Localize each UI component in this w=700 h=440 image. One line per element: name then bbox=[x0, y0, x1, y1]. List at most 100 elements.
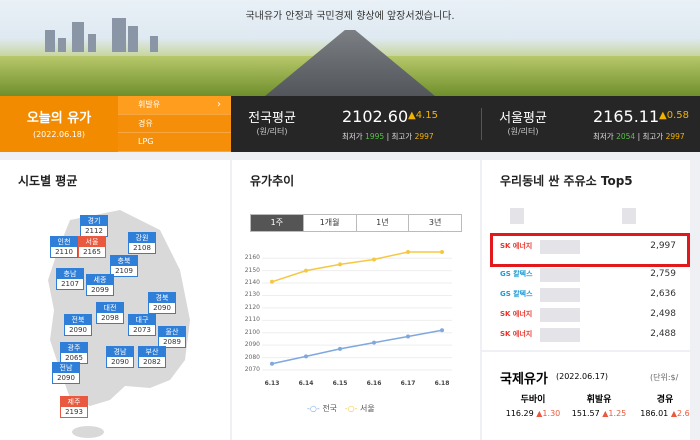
fuel-diesel[interactable]: 경유 bbox=[118, 115, 231, 134]
intl-unit: (단위:$/ bbox=[650, 373, 679, 382]
region-value: 2112 bbox=[85, 227, 103, 235]
intl-title: 국제유가 bbox=[500, 372, 548, 387]
data-point[interactable] bbox=[304, 354, 308, 359]
seoul-average[interactable]: 서울평균 (원/리터) 2165.11 ▲0.58 최저가 2054 | 최고가… bbox=[483, 96, 700, 152]
avg-unit: (원/리터) bbox=[507, 127, 539, 136]
region-name: 강원 bbox=[129, 233, 155, 243]
intl-item: 경유 186.01 ▲2.6 bbox=[632, 392, 698, 418]
intl-change: ▲1.25 bbox=[602, 409, 627, 418]
region-name: 충남 bbox=[57, 269, 83, 279]
data-point[interactable] bbox=[372, 257, 376, 262]
top5-title: 우리동네 싼 주유소 Top5 bbox=[500, 174, 633, 188]
data-point[interactable] bbox=[338, 346, 342, 351]
avg-change: ▲4.15 bbox=[408, 110, 438, 121]
legend-seoul: 서울 bbox=[360, 404, 375, 413]
intl-change: ▲1.30 bbox=[536, 409, 561, 418]
intl-item: 휘발유 151.57 ▲1.25 bbox=[566, 392, 632, 418]
station-price: 2,498 bbox=[650, 309, 676, 319]
region-name: 서울 bbox=[79, 237, 105, 247]
building bbox=[58, 38, 66, 52]
x-tick: 6.15 bbox=[332, 380, 348, 387]
region-10[interactable]: 대구 2073 bbox=[128, 314, 156, 336]
fuel-lpg[interactable]: LPG bbox=[118, 133, 231, 152]
region-name: 제주 bbox=[61, 397, 87, 407]
intl-date: (2022.06.17) bbox=[556, 372, 609, 381]
building bbox=[150, 36, 158, 52]
station-row[interactable]: SK 에너지 2,488 bbox=[500, 326, 680, 346]
region-value: 2107 bbox=[61, 280, 79, 288]
korea-map: 경기 2112 인천 2110 서울 2165 강원 2108 충북 2109 충남 2107 세종 20… bbox=[30, 210, 210, 440]
region-2[interactable]: 서울 2165 bbox=[78, 236, 106, 258]
data-point[interactable] bbox=[440, 328, 444, 333]
intl-name: 휘발유 bbox=[586, 395, 612, 405]
max-label: 최고가 bbox=[642, 132, 664, 141]
region-5[interactable]: 충남 2107 bbox=[56, 268, 84, 290]
station-row[interactable]: GS 칼텍스 2,636 bbox=[500, 286, 680, 306]
hero-banner: 국내유가 안정과 국민경제 향상에 앞장서겠습니다. bbox=[0, 0, 700, 96]
region-4[interactable]: 충북 2109 bbox=[110, 255, 138, 277]
data-point[interactable] bbox=[270, 361, 274, 366]
region-value: 2090 bbox=[57, 374, 75, 382]
building bbox=[128, 26, 138, 52]
brand-logo: GS 칼텍스 bbox=[500, 270, 533, 278]
x-tick: 6.13 bbox=[264, 380, 280, 387]
intl-value-line: 116.29 ▲1.30 bbox=[500, 409, 566, 418]
region-0[interactable]: 경기 2112 bbox=[80, 215, 108, 237]
intl-value-line: 151.57 ▲1.25 bbox=[566, 409, 632, 418]
brand-logo: SK 에너지 bbox=[500, 330, 533, 338]
regional-title: 시도별 평균 bbox=[18, 174, 78, 188]
price-trend-chart bbox=[262, 250, 452, 371]
region-name: 전북 bbox=[65, 315, 91, 325]
region-11[interactable]: 울산 2089 bbox=[158, 326, 186, 348]
region-7[interactable]: 경북 2090 bbox=[148, 292, 176, 314]
intl-value: 186.01 bbox=[640, 409, 669, 418]
data-point[interactable] bbox=[440, 250, 444, 254]
region-8[interactable]: 대전 2098 bbox=[96, 302, 124, 324]
fuel-label: 휘발유 bbox=[138, 100, 161, 109]
legend-seoul-marker: -○- bbox=[344, 404, 358, 413]
region-3[interactable]: 강원 2108 bbox=[128, 232, 156, 254]
region-value: 2099 bbox=[91, 286, 109, 294]
region-6[interactable]: 세종 2099 bbox=[86, 274, 114, 296]
region-12[interactable]: 광주 2065 bbox=[60, 342, 88, 364]
region-15[interactable]: 전남 2090 bbox=[52, 362, 80, 384]
region-1[interactable]: 인천 2110 bbox=[50, 236, 78, 258]
region-value: 2098 bbox=[101, 314, 119, 322]
min-value: 1995 bbox=[365, 132, 385, 141]
blurred-name bbox=[540, 268, 580, 282]
intl-name: 경유 bbox=[656, 395, 674, 405]
region-13[interactable]: 경남 2090 bbox=[106, 346, 134, 368]
data-point[interactable] bbox=[406, 334, 410, 339]
data-point[interactable] bbox=[304, 268, 308, 273]
fuel-gasoline[interactable]: 휘발유 › bbox=[118, 96, 231, 115]
station-row[interactable]: GS 칼텍스 2,759 bbox=[500, 266, 680, 286]
region-14[interactable]: 부산 2082 bbox=[138, 346, 166, 368]
chart-legend: -○- 전국 -○- 서울 bbox=[307, 403, 375, 414]
national-average[interactable]: 전국평균 (원/리터) 2102.60 ▲4.15 최저가 1995 | 최고가… bbox=[232, 96, 480, 152]
region-value: 2109 bbox=[115, 267, 133, 275]
today-box: 오늘의 유가 (2022.06.18) bbox=[0, 96, 118, 152]
station-row[interactable]: SK 에너지 2,498 bbox=[500, 306, 680, 326]
region-name: 울산 bbox=[159, 327, 185, 337]
region-value: 2073 bbox=[133, 326, 151, 334]
legend-national-marker: -○- bbox=[307, 404, 320, 413]
intl-item: 두바이 116.29 ▲1.30 bbox=[500, 392, 566, 418]
max-value: 2997 bbox=[665, 132, 685, 141]
series-line-0 bbox=[271, 329, 443, 365]
intl-value-line: 186.01 ▲2.6 bbox=[632, 409, 698, 418]
blurred-name bbox=[540, 308, 580, 322]
region-name: 충북 bbox=[111, 256, 137, 266]
brand-logo: GS 칼텍스 bbox=[500, 290, 533, 298]
avg-minmax: 최저가 2054 | 최고가 2997 bbox=[593, 132, 685, 141]
price-bar: 오늘의 유가 (2022.06.18) 휘발유 › 경유 LPG 전국평균 (원/… bbox=[0, 96, 700, 152]
min-label: 최저가 bbox=[342, 132, 363, 141]
data-point[interactable] bbox=[270, 279, 274, 284]
data-point[interactable] bbox=[406, 250, 410, 254]
data-point[interactable] bbox=[338, 262, 342, 267]
region-9[interactable]: 전북 2090 bbox=[64, 314, 92, 336]
region-name: 경남 bbox=[107, 347, 133, 357]
intl-value: 151.57 bbox=[571, 409, 600, 418]
x-tick: 6.18 bbox=[434, 380, 450, 387]
region-16[interactable]: 제주 2193 bbox=[60, 396, 88, 418]
data-point[interactable] bbox=[372, 340, 376, 345]
